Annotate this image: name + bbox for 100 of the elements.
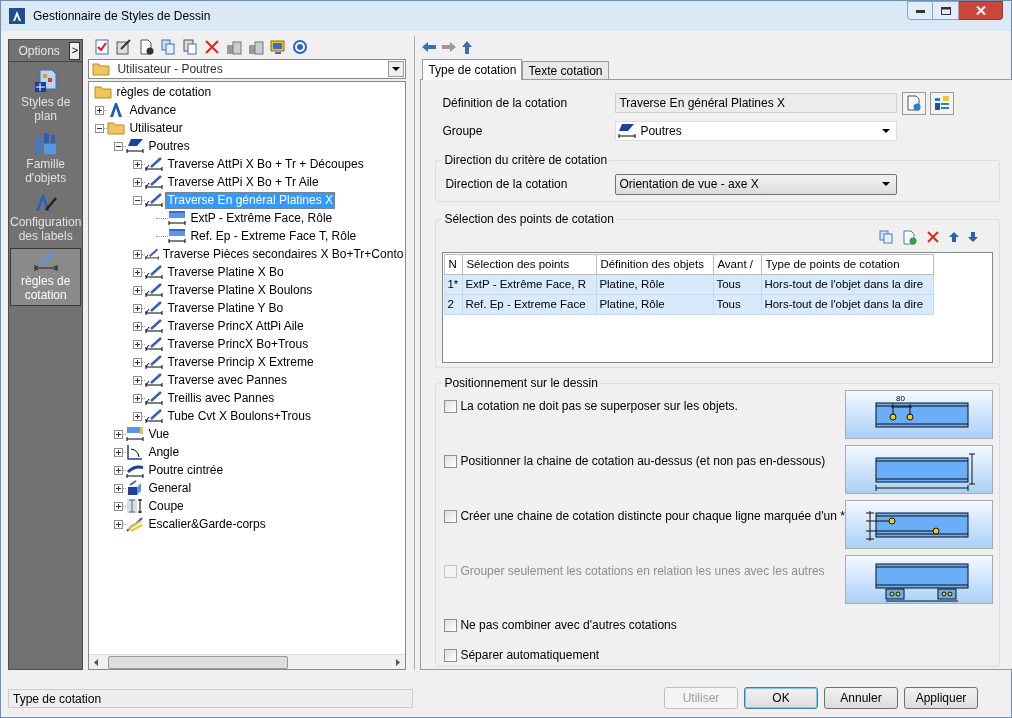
add-document-icon[interactable]	[138, 39, 155, 55]
dialog-button[interactable]: Annuler	[824, 687, 898, 709]
help-icon[interactable]	[292, 39, 309, 55]
expand-button[interactable]: >	[69, 41, 81, 60]
tree-item[interactable]: Tube Cvt X Boulons+Trous	[165, 407, 313, 425]
check-document-icon[interactable]	[94, 39, 111, 55]
tree-item[interactable]: Vue	[146, 425, 172, 443]
delete-icon[interactable]	[204, 39, 221, 55]
expand-toggle[interactable]	[133, 177, 143, 187]
tree-item[interactable]: Poutre cintrée	[146, 461, 226, 479]
tab[interactable]: Texte cotation	[522, 61, 609, 79]
edit-icon[interactable]	[116, 39, 133, 55]
tab[interactable]: Type de cotation	[422, 59, 523, 80]
tree-item[interactable]: Traverse avec Pannes	[165, 371, 289, 389]
layout-icon	[33, 69, 58, 93]
expand-toggle[interactable]	[114, 465, 124, 475]
folder-icon	[92, 62, 111, 76]
expand-toggle[interactable]	[133, 303, 143, 313]
plus-icon	[97, 107, 103, 113]
copy-icon[interactable]	[878, 230, 893, 244]
tree-item[interactable]: Treillis avec Pannes	[165, 389, 277, 407]
expand-toggle[interactable]	[114, 429, 124, 439]
close-button[interactable]	[959, 1, 1003, 20]
tree-item[interactable]: Coupe	[146, 497, 186, 515]
tree-item[interactable]: ExtP - Extrême Face, Rôle	[188, 209, 335, 227]
column-header[interactable]: Avant /	[713, 254, 762, 275]
direction-dropdown[interactable]: Orientation de vue - axe X	[615, 173, 898, 195]
table-row[interactable]: 1* ExtP - Extrême Face, R Platine, Rôle Tous Hors-tout de l'objet dans la dire	[444, 274, 934, 295]
expand-toggle[interactable]	[133, 321, 143, 331]
monitor-icon[interactable]	[270, 39, 287, 55]
expand-toggle[interactable]	[114, 447, 124, 457]
expand-toggle[interactable]	[114, 501, 124, 511]
expand-toggle[interactable]	[133, 285, 143, 295]
collapse-toggle[interactable]	[133, 195, 143, 205]
tree-item[interactable]: Traverse AttPi X Bo + Tr Aile	[165, 173, 321, 191]
filter-dropdown[interactable]: Utilisateur - Poutres	[88, 59, 407, 79]
checkbox[interactable]	[444, 399, 458, 413]
tree-item[interactable]: Traverse Princip X Extreme	[165, 353, 316, 371]
maximize-button[interactable]	[933, 1, 959, 20]
tree-item[interactable]: règles de cotation	[114, 83, 214, 101]
pen-dimension-icon	[145, 390, 164, 406]
new-document-icon	[906, 95, 923, 111]
checkbox[interactable]	[444, 648, 458, 662]
paste-icon[interactable]	[182, 39, 199, 55]
expand-toggle[interactable]	[133, 339, 143, 349]
collapse-toggle[interactable]	[95, 123, 105, 133]
checkbox[interactable]	[444, 509, 458, 523]
column-header[interactable]: N	[444, 254, 463, 275]
expand-toggle[interactable]	[133, 393, 143, 403]
expand-toggle[interactable]	[114, 519, 124, 529]
horizontal-scrollbar[interactable]	[89, 654, 406, 669]
sidebar-item[interactable]: Famille d'objets	[10, 128, 82, 188]
minimize-button[interactable]	[907, 1, 933, 20]
tree-item[interactable]: Angle	[146, 443, 182, 461]
expand-toggle[interactable]	[114, 483, 124, 493]
table-cell: Platine, Rôle	[596, 274, 714, 295]
move-down-icon[interactable]	[967, 232, 978, 242]
column-header[interactable]: Définition des objets	[596, 254, 714, 275]
column-header[interactable]: Sélection des points	[462, 254, 597, 275]
move-up-icon[interactable]	[948, 232, 959, 242]
tree-item[interactable]: Traverse PrincX Bo+Trous	[165, 335, 311, 353]
tree-item[interactable]: Escalier&Garde-corps	[146, 515, 268, 533]
expand-toggle[interactable]	[133, 357, 143, 367]
up-arrow-icon[interactable]	[462, 40, 473, 54]
expand-toggle[interactable]	[133, 249, 143, 259]
tree-item[interactable]: Utilisateur	[127, 119, 185, 137]
checkbox[interactable]	[444, 454, 458, 468]
new-document-button[interactable]	[902, 91, 927, 115]
expand-toggle[interactable]	[133, 411, 143, 421]
delete-icon[interactable]	[925, 230, 940, 244]
tree-item[interactable]: Ref. Ep - Extreme Face T, Rôle	[188, 227, 359, 245]
back-arrow-icon[interactable]	[422, 42, 437, 52]
dialog-button[interactable]: Appliquer	[904, 687, 978, 709]
scrollbar-thumb[interactable]	[108, 655, 289, 669]
tree-item[interactable]: Poutres	[146, 137, 192, 155]
sidebar-item[interactable]: Configuration des labels	[10, 190, 82, 246]
checkbox[interactable]	[444, 618, 458, 632]
tree-item[interactable]: Traverse PrincX AttPi Aile	[165, 317, 306, 335]
table-row[interactable]: 2 Ref. Ep - Extreme Face Platine, Rôle Tous Hors-tout de l'objet dans la dire	[444, 294, 934, 315]
tree-item[interactable]: Advance	[127, 101, 179, 119]
definition-field[interactable]: Traverse En général Platines X	[615, 93, 898, 113]
expand-toggle[interactable]	[95, 105, 105, 115]
tree-item[interactable]: General	[146, 479, 194, 497]
tree-item[interactable]: Traverse Platine X Bo	[165, 263, 286, 281]
copy-icon[interactable]	[160, 39, 177, 55]
expand-toggle[interactable]	[133, 267, 143, 277]
expand-toggle[interactable]	[133, 159, 143, 169]
dialog-button[interactable]: OK	[744, 687, 818, 709]
sidebar-item[interactable]: Styles de plan	[10, 66, 82, 126]
tree-item[interactable]: Traverse AttPi X Bo + Tr + Découpes	[165, 155, 366, 173]
group-dropdown[interactable]: Poutres	[615, 121, 898, 141]
list-button[interactable]	[930, 91, 955, 115]
collapse-toggle[interactable]	[114, 141, 124, 151]
checkbox-label: Positionner la chaine de cotation au-dessus (et non pas en-dessous)	[460, 453, 826, 470]
scroll-left-icon	[94, 658, 99, 666]
expand-toggle[interactable]	[133, 375, 143, 385]
tree-item[interactable]: Traverse Pièces secondaires X Bo+Tr+Conto	[160, 245, 406, 263]
tree-item[interactable]: Traverse Platine X Boulons	[165, 281, 315, 299]
tree-item[interactable]: Traverse Platine Y Bo	[165, 299, 286, 317]
column-header[interactable]: Type de points de cotation	[761, 254, 934, 275]
